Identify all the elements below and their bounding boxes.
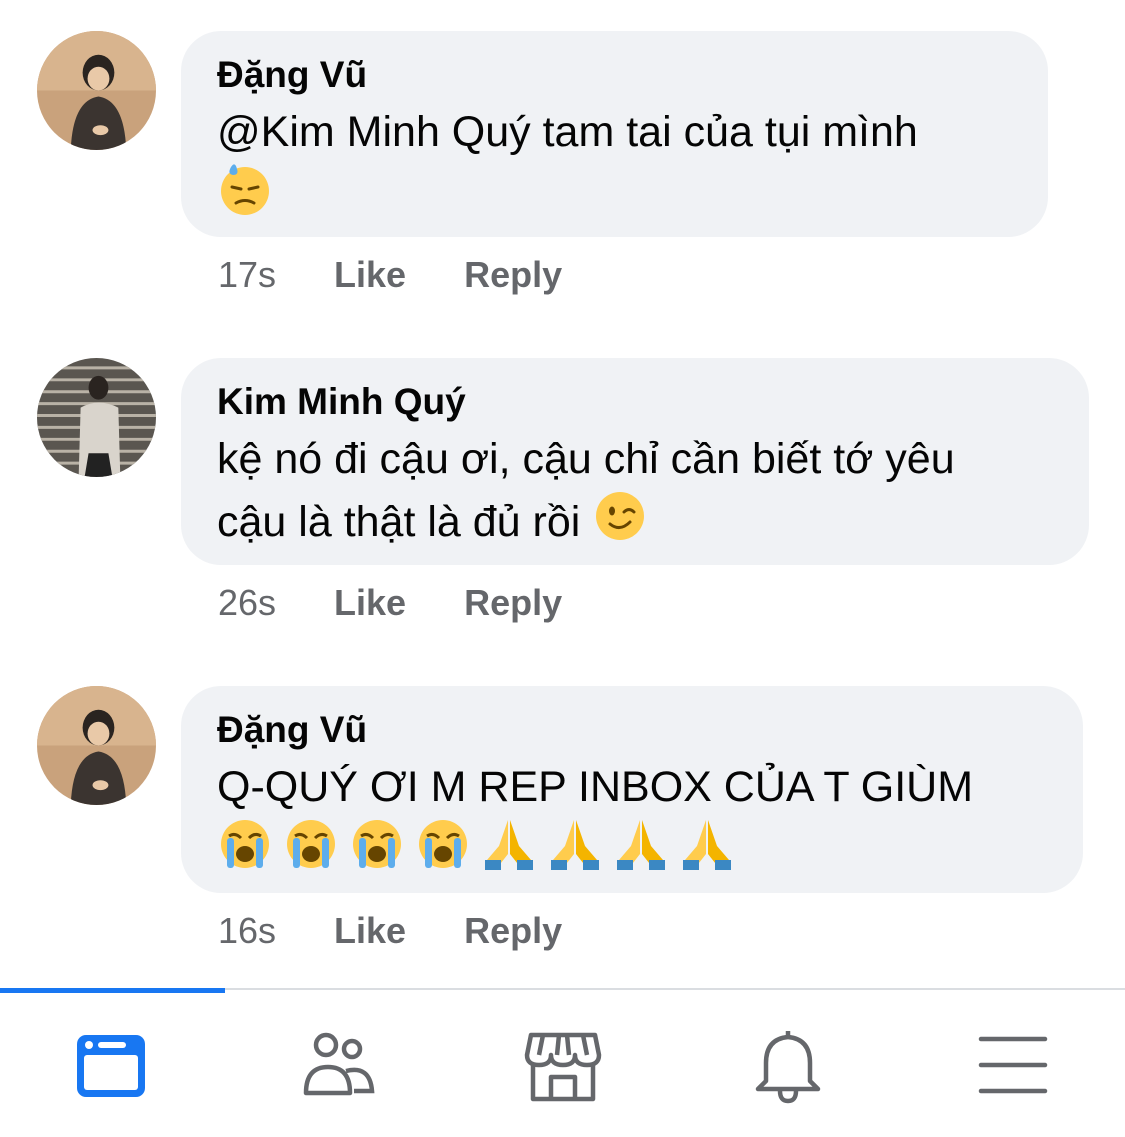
like-button[interactable]: Like: [334, 910, 406, 952]
comment-author[interactable]: Đặng Vũ: [217, 708, 1047, 752]
comment-text-line: kệ nó đi cậu ơi, cậu chỉ cần biết tớ yêu: [217, 435, 955, 483]
menu-icon: [978, 1036, 1047, 1094]
loudly-crying-face-emoji: [415, 816, 471, 872]
nav-marketplace[interactable]: [450, 993, 675, 1137]
friends-icon: [303, 1032, 374, 1096]
folded-hands-emoji: [613, 816, 669, 872]
comment-author[interactable]: Đặng Vũ: [217, 53, 1012, 97]
notifications-icon: [755, 1031, 820, 1104]
comment-text: @Kim Minh Quý tam tai của tụi mình: [217, 103, 1012, 224]
comment-text: kệ nó đi cậu ơi, cậu chỉ cần biết tớ yêu…: [217, 430, 1053, 551]
comment-bubble: Kim Minh Quý kệ nó đi cậu ơi, cậu chỉ cầ…: [181, 358, 1089, 565]
comment-text-line: cậu là thật là đủ rồi: [217, 498, 581, 546]
comment-timestamp: 17s: [218, 254, 277, 295]
comment-author[interactable]: Kim Minh Quý: [217, 380, 1053, 424]
comment-actions: 26s Like Reply: [218, 582, 562, 624]
loudly-crying-face-emoji: [283, 816, 339, 872]
loudly-crying-face-emoji: [217, 816, 273, 872]
comment-text-body: Q-QUÝ ƠI M REP INBOX CỦA T GIÙM: [217, 763, 974, 811]
comment-bubble: Đặng Vũ @Kim Minh Quý tam tai của tụi mì…: [181, 31, 1048, 237]
comment-timestamp: 16s: [218, 910, 277, 951]
reply-button[interactable]: Reply: [464, 910, 562, 952]
marketplace-icon: [524, 1032, 601, 1102]
reply-button[interactable]: Reply: [464, 582, 562, 624]
comment-actions: 16s Like Reply: [218, 910, 562, 952]
winking-face-emoji: [592, 488, 648, 544]
nav-feed[interactable]: [0, 993, 225, 1137]
feed-icon: [76, 1035, 145, 1097]
comment-timestamp: 26s: [218, 582, 277, 623]
avatar[interactable]: [37, 358, 156, 477]
avatar[interactable]: [37, 686, 156, 805]
folded-hands-emoji: [481, 816, 537, 872]
avatar[interactable]: [37, 31, 156, 150]
nav-menu[interactable]: [900, 993, 1125, 1137]
folded-hands-emoji: [547, 816, 603, 872]
comments-screen: Đặng Vũ @Kim Minh Quý tam tai của tụi mì…: [0, 0, 1125, 1137]
like-button[interactable]: Like: [334, 254, 406, 296]
comment-bubble: Đặng Vũ Q-QUÝ ƠI M REP INBOX CỦA T GIÙM: [181, 686, 1083, 893]
nav-friends[interactable]: [225, 993, 450, 1137]
comment-text-body: @Kim Minh Quý tam tai của tụi mình: [217, 108, 918, 156]
bottom-nav: [0, 993, 1125, 1137]
comment-text: Q-QUÝ ƠI M REP INBOX CỦA T GIÙM: [217, 758, 1047, 879]
folded-hands-emoji: [679, 816, 735, 872]
like-button[interactable]: Like: [334, 582, 406, 624]
nav-notifications[interactable]: [675, 993, 900, 1137]
downcast-face-with-sweat-emoji: [217, 161, 273, 217]
reply-button[interactable]: Reply: [464, 254, 562, 296]
comment-actions: 17s Like Reply: [218, 254, 562, 296]
loudly-crying-face-emoji: [349, 816, 405, 872]
